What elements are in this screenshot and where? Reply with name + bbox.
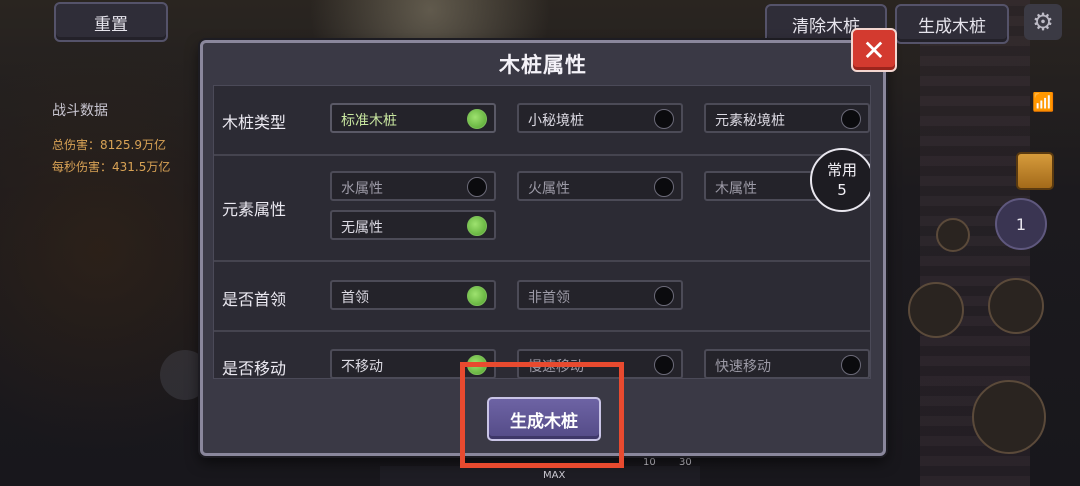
treasure-chest-icon[interactable] — [1016, 152, 1054, 190]
radio-unselected-icon — [654, 355, 674, 375]
chest-skill-icon[interactable] — [988, 278, 1044, 334]
favorites-count: 5 — [837, 181, 847, 199]
radio-selected-icon — [467, 286, 487, 306]
option-label: 首领 — [341, 290, 369, 306]
generate-dummy-top-button[interactable]: 生成木桩 — [895, 4, 1009, 44]
dps-text: 每秒伤害：431.5万亿 — [52, 160, 171, 174]
close-icon[interactable]: ✕ — [851, 28, 897, 72]
radio-unselected-icon — [841, 109, 861, 129]
radio-selected-icon — [467, 216, 487, 236]
fire-skill-icon[interactable] — [908, 282, 964, 338]
radio-selected-icon — [467, 109, 487, 129]
battle-data-title: 战斗数据 — [52, 103, 108, 119]
favorites-badge[interactable]: 常用 5 — [810, 148, 870, 212]
skill-level-badge[interactable]: 1 — [995, 198, 1047, 250]
item-count-b: 30 — [679, 457, 692, 468]
reset-button[interactable]: 重置 — [54, 2, 168, 42]
stats-chart-icon[interactable]: 📶 — [1032, 92, 1054, 113]
option-water[interactable]: 水属性 — [330, 171, 496, 201]
row-label: 木桩类型 — [222, 113, 287, 132]
row-element: 元素属性 水属性 火属性 木属性 无属性 — [214, 156, 870, 262]
dialog-title: 木桩属性 — [499, 53, 587, 77]
option-non-boss[interactable]: 非首领 — [517, 280, 683, 310]
highlight-annotation-box — [460, 362, 624, 468]
row-label: 元素属性 — [222, 200, 287, 219]
option-fire[interactable]: 火属性 — [517, 171, 683, 201]
option-label: 标准木桩 — [341, 113, 397, 129]
row-label: 是否首领 — [222, 290, 287, 309]
total-damage-text: 总伤害：8125.9万亿 — [52, 138, 166, 152]
favorites-label: 常用 — [826, 161, 857, 179]
option-fast-moving[interactable]: 快速移动 — [704, 349, 870, 378]
option-label: 木属性 — [715, 181, 757, 197]
option-label: 小秘境桩 — [528, 113, 584, 129]
option-boss[interactable]: 首领 — [330, 280, 496, 310]
row-label: 是否移动 — [222, 359, 287, 378]
radio-unselected-icon — [654, 177, 674, 197]
radio-unselected-icon — [654, 109, 674, 129]
option-label: 火属性 — [528, 181, 570, 197]
option-no-element[interactable]: 无属性 — [330, 210, 496, 240]
option-label: 元素秘境桩 — [715, 113, 785, 129]
option-label: 水属性 — [341, 181, 383, 197]
option-label: 不移动 — [341, 359, 383, 375]
item-count-a: 10 — [643, 457, 656, 468]
option-label: 快速移动 — [715, 359, 771, 375]
option-label: 无属性 — [341, 220, 383, 236]
option-standard-dummy[interactable]: 标准木桩 — [330, 103, 496, 133]
settings-gear-icon[interactable]: ⚙ — [1024, 4, 1062, 40]
crown-icon — [936, 218, 970, 252]
option-small-realm-dummy[interactable]: 小秘境桩 — [517, 103, 683, 133]
row-dummy-type: 木桩类型 标准木桩 小秘境桩 元素秘境桩 — [214, 86, 870, 156]
battle-data-panel: 战斗数据 总伤害：8125.9万亿 每秒伤害：431.5万亿 — [40, 100, 200, 178]
attributes-list[interactable]: 木桩类型 标准木桩 小秘境桩 元素秘境桩 元素属性 水属性 火属性 木属性 无属… — [213, 85, 871, 379]
radio-unselected-icon — [841, 355, 861, 375]
row-boss: 是否首领 首领 非首领 — [214, 262, 870, 332]
exp-bar — [380, 466, 700, 486]
option-element-realm-dummy[interactable]: 元素秘境桩 — [704, 103, 870, 133]
sword-attack-icon[interactable] — [972, 380, 1046, 454]
radio-unselected-icon — [654, 286, 674, 306]
max-label: MAX — [543, 470, 566, 481]
option-label: 非首领 — [528, 290, 570, 306]
radio-unselected-icon — [467, 177, 487, 197]
